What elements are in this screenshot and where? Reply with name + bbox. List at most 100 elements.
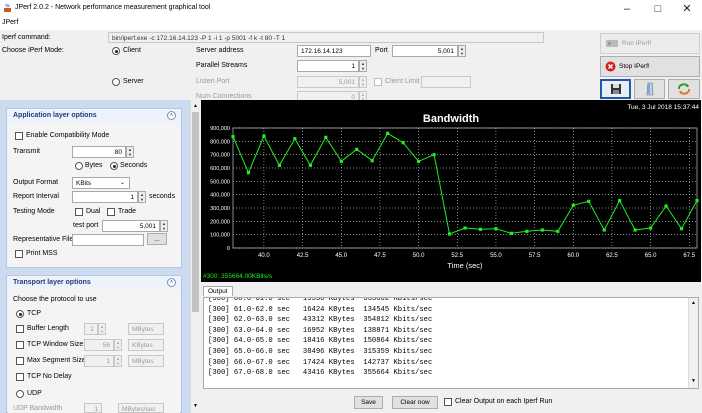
- tcp-window-checkbox[interactable]: [16, 341, 24, 349]
- collapse-app-layer-icon[interactable]: ∧: [167, 111, 176, 120]
- representative-file-input[interactable]: [72, 234, 144, 246]
- output-scroll-down-icon[interactable]: ▼: [691, 378, 696, 384]
- max-segment-input[interactable]: 1: [84, 355, 114, 367]
- client-limit-checkbox[interactable]: [374, 78, 382, 86]
- output-scroll-up-icon[interactable]: ▲: [691, 300, 696, 306]
- buffer-length-input[interactable]: 2: [84, 323, 98, 335]
- tcp-window-spinner[interactable]: ▲ ▼: [114, 339, 122, 351]
- tcp-window-input[interactable]: 56: [84, 339, 114, 351]
- command-label: Iperf command:: [2, 34, 51, 41]
- report-interval-unit: seconds: [149, 193, 176, 200]
- data-point: [324, 135, 328, 139]
- buffer-length-checkbox[interactable]: [16, 325, 24, 333]
- seconds-radio[interactable]: [110, 162, 118, 170]
- print-mss-checkbox[interactable]: [15, 250, 23, 258]
- tcp-window-unit-select[interactable]: KBytes: [128, 339, 164, 351]
- listen-port-input[interactable]: 5,001: [297, 76, 359, 88]
- browse-button[interactable]: ...: [147, 233, 167, 245]
- max-segment-spinner[interactable]: ▲ ▼: [114, 355, 122, 367]
- clear-each-run-checkbox[interactable]: [444, 398, 452, 406]
- save-output-button[interactable]: Save: [354, 396, 383, 409]
- udp-radio[interactable]: [16, 390, 24, 398]
- tcp-radio[interactable]: [16, 310, 24, 318]
- test-port-spinner[interactable]: ▲ ▼: [160, 220, 168, 232]
- collapse-transport-icon[interactable]: ∧: [167, 278, 176, 287]
- y-tick-label: 400,000: [210, 193, 230, 199]
- data-point: [695, 198, 699, 203]
- scrollbar-thumb[interactable]: [192, 112, 199, 312]
- y-tick-label: 300,000: [210, 206, 230, 212]
- menu-jperf[interactable]: JPerf: [2, 19, 18, 26]
- minimize-button[interactable]: –: [612, 1, 642, 16]
- udp-bandwidth-label: UDP Bandwidth: [13, 405, 63, 412]
- menu-bar: JPerf: [0, 17, 702, 30]
- output-scrollbar[interactable]: ▲ ▼: [688, 298, 698, 388]
- refresh-config-button[interactable]: [668, 79, 700, 99]
- x-tick-label: 65.0: [645, 253, 657, 259]
- max-segment-unit-select[interactable]: MBytes: [128, 355, 164, 367]
- close-button[interactable]: ✕: [672, 1, 702, 16]
- bandwidth-chart-svg: Tue, 3 Jul 2018 15:37:44 Bandwidth 0 100,00…: [203, 104, 699, 280]
- port-spinner[interactable]: ▲ ▼: [458, 45, 466, 57]
- save-config-button[interactable]: [600, 79, 631, 99]
- parallel-input[interactable]: 1: [297, 60, 359, 72]
- representative-file-label: Representative File: [13, 236, 74, 243]
- max-segment-checkbox[interactable]: [16, 357, 24, 365]
- clear-config-button[interactable]: [634, 79, 665, 99]
- server-label: Server: [123, 78, 144, 85]
- output-log[interactable]: [300] 60.0-61.0 sec 19530 KBytes 333002 …: [203, 297, 699, 389]
- chevron-down-icon: ⌄: [120, 180, 126, 186]
- x-tick-label: 40.0: [258, 253, 270, 259]
- buffer-length-unit-select[interactable]: MBytes: [128, 323, 164, 335]
- data-point: [293, 137, 297, 141]
- tcp-no-delay-checkbox[interactable]: [16, 373, 24, 381]
- tab-output[interactable]: Output: [203, 286, 233, 296]
- mode-label: Choose iPerf Mode:: [2, 47, 64, 54]
- seconds-label: Seconds: [120, 162, 148, 169]
- maximize-button[interactable]: □: [643, 1, 673, 16]
- port-input[interactable]: 5,001: [392, 45, 458, 57]
- transmit-spinner[interactable]: ▲ ▼: [126, 146, 134, 158]
- trade-checkbox[interactable]: [107, 208, 115, 216]
- data-point: [633, 228, 637, 232]
- max-segment-label: Max Segment Size: [27, 357, 86, 364]
- client-limit-input[interactable]: [421, 76, 471, 88]
- data-point: [417, 159, 421, 163]
- x-tick-label: 45.0: [335, 253, 347, 259]
- choose-protocol-label: Choose the protocol to use: [13, 296, 97, 303]
- output-log-lines: [300] 60.0-61.0 sec 19530 KBytes 333002 …: [208, 298, 433, 379]
- server-radio[interactable]: [112, 78, 120, 86]
- transport-layer-title: Transport layer options: [13, 279, 91, 286]
- dual-checkbox[interactable]: [75, 208, 83, 216]
- data-point: [649, 226, 653, 230]
- report-interval-input[interactable]: 1: [72, 191, 138, 203]
- report-interval-spinner[interactable]: ▲ ▼: [138, 191, 146, 203]
- buffer-length-spinner[interactable]: ▲ ▼: [98, 323, 106, 335]
- listen-port-spinner[interactable]: ▲ ▼: [359, 76, 367, 88]
- eraser-icon: [646, 82, 653, 96]
- stop-iperf-button[interactable]: Stop IPerf!: [600, 56, 700, 77]
- data-point: [231, 135, 235, 139]
- x-tick-label: 52.5: [451, 253, 463, 259]
- scroll-down-icon[interactable]: ▼: [193, 403, 198, 409]
- window-title: JPerf 2.0.2 - Network performance measur…: [15, 4, 211, 11]
- bytes-radio[interactable]: [75, 162, 83, 170]
- transmit-input[interactable]: 80: [72, 146, 126, 158]
- run-iperf-button[interactable]: Run IPerf!: [600, 33, 700, 54]
- stop-iperf-label: Stop IPerf!: [619, 63, 650, 70]
- test-port-input[interactable]: 5,001: [102, 220, 160, 232]
- scroll-up-icon[interactable]: ▲: [193, 103, 198, 109]
- data-point: [370, 159, 374, 163]
- output-format-label: Output Format: [13, 179, 59, 186]
- log-line: [300] 63.0-64.0 sec 16952 KBytes 138871 …: [208, 326, 433, 335]
- options-scrollbar[interactable]: ▲ ▼: [190, 100, 200, 413]
- udp-bandwidth-input[interactable]: 1: [84, 403, 102, 413]
- compat-mode-checkbox[interactable]: [15, 132, 23, 140]
- server-address-input[interactable]: 172.16.14.123: [297, 45, 371, 57]
- clear-now-button[interactable]: Clear now: [392, 396, 438, 409]
- data-point: [432, 153, 436, 157]
- run-icon: [606, 40, 618, 47]
- udp-bandwidth-unit-select[interactable]: MBytes/sec: [118, 403, 164, 413]
- client-radio[interactable]: [112, 47, 120, 55]
- parallel-spinner[interactable]: ▲ ▼: [359, 60, 367, 72]
